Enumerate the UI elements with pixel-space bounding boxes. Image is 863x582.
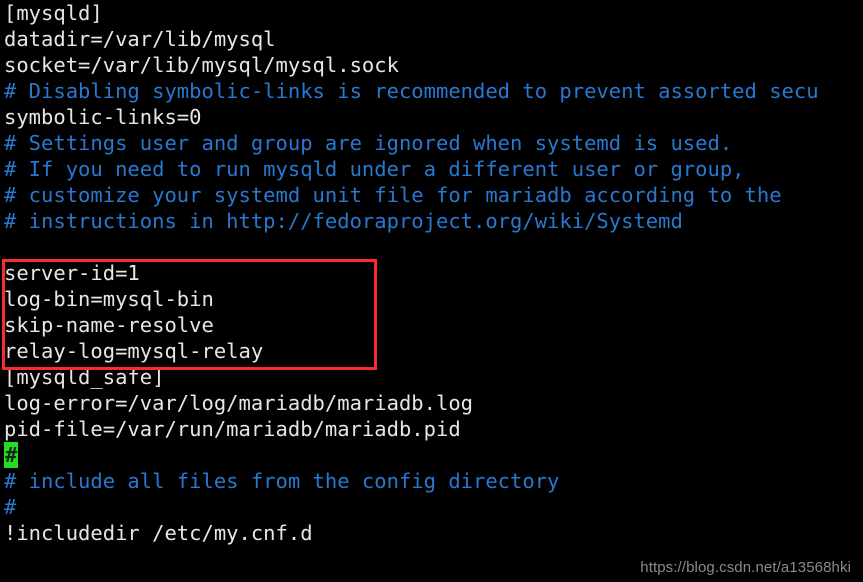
terminal-line-4: symbolic-links=0: [4, 105, 202, 129]
terminal-line-3: # Disabling symbolic-links is recommende…: [4, 79, 819, 103]
terminal-line-1: datadir=/var/lib/mysql: [4, 27, 276, 51]
terminal-line-11: log-bin=mysql-bin: [4, 287, 214, 311]
terminal-trailing-line-1: #: [4, 495, 17, 519]
terminal-line-0: [mysqld]: [4, 1, 103, 25]
terminal-line-12: skip-name-resolve: [4, 313, 214, 337]
terminal-line-6: # If you need to run mysqld under a diff…: [4, 157, 745, 181]
terminal-cursor-line: #: [4, 442, 19, 468]
terminal-window[interactable]: [mysqld] datadir=/var/lib/mysql socket=/va…: [0, 0, 863, 582]
terminal-line-10: server-id=1: [4, 261, 140, 285]
terminal-line-2: socket=/var/lib/mysql/mysql.sock: [4, 53, 399, 77]
terminal-line-5: # Settings user and group are ignored wh…: [4, 131, 733, 155]
terminal-line-8: # instructions in http://fedoraproject.o…: [4, 209, 683, 233]
terminal-line-13: relay-log=mysql-relay: [4, 339, 264, 363]
terminal-line-14: [mysqld_safe]: [4, 365, 165, 389]
terminal-trailing-line-2: !includedir /etc/my.cnf.d: [4, 521, 313, 545]
watermark-url: https://blog.csdn.net/a13568hki: [640, 559, 851, 576]
terminal-trailing-line-0: # include all files from the config dire…: [4, 469, 560, 493]
text-cursor: #: [4, 442, 19, 468]
terminal-line-16: pid-file=/var/run/mariadb/mariadb.pid: [4, 417, 461, 441]
terminal-line-7: # customize your systemd unit file for m…: [4, 183, 782, 207]
terminal-line-15: log-error=/var/log/mariadb/mariadb.log: [4, 391, 473, 415]
